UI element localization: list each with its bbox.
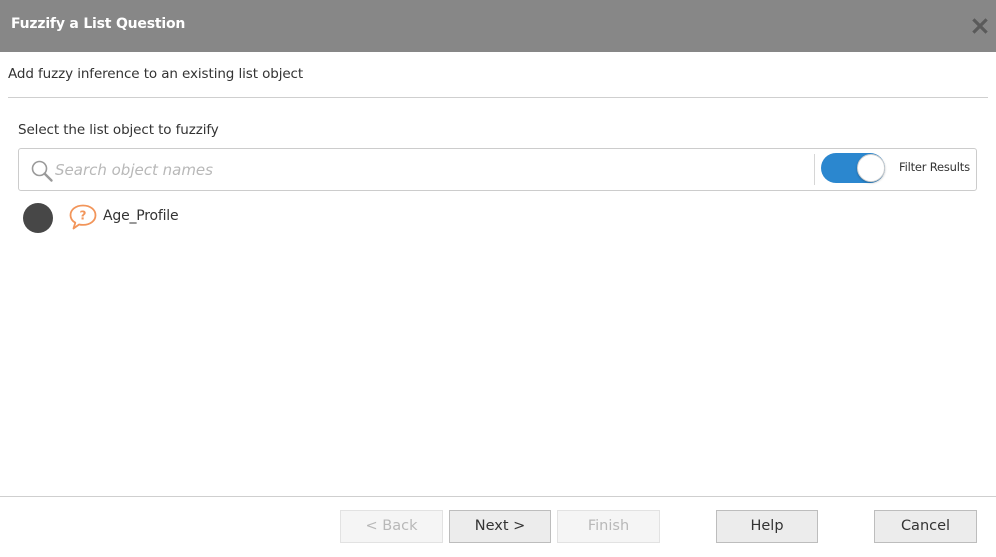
list-item-name: Age_Profile [103,208,179,224]
dialog-title: Fuzzify a List Question [11,16,186,32]
back-button[interactable]: < Back [340,510,443,543]
search-input[interactable] [55,157,805,183]
close-button[interactable] [968,14,992,38]
toggle-knob [857,154,885,182]
header-divider [8,97,988,98]
filter-results-toggle[interactable] [821,153,885,183]
search-separator [814,154,815,185]
status-dot-icon [23,203,53,233]
help-button[interactable]: Help [716,510,818,543]
footer-divider [0,496,996,497]
list-item[interactable]: ? Age_Profile [18,200,977,234]
dialog-titlebar: Fuzzify a List Question [0,0,996,52]
finish-button[interactable]: Finish [557,510,660,543]
close-icon [972,18,988,34]
question-bubble-icon: ? [68,203,98,231]
svg-text:?: ? [80,209,87,223]
section-label: Select the list object to fuzzify [18,122,219,138]
cancel-button[interactable]: Cancel [874,510,977,543]
next-button[interactable]: Next > [449,510,551,543]
filter-results-label: Filter Results [899,160,970,174]
search-icon [30,159,54,183]
dialog-subtitle: Add fuzzy inference to an existing list … [8,66,304,82]
search-bar: Filter Results [18,148,977,191]
